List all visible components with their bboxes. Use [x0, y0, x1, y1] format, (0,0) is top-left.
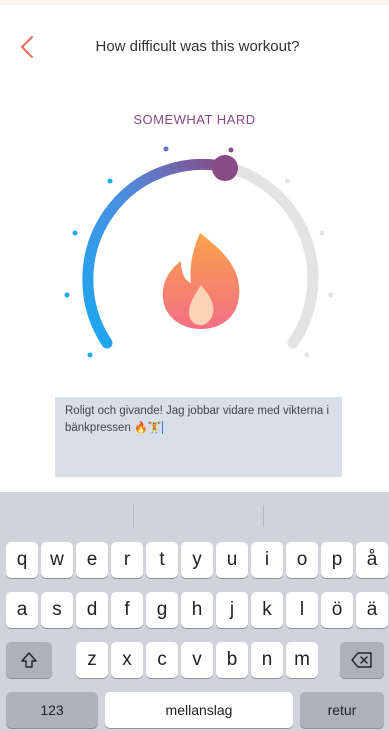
workout-note-field[interactable]: Roligt och givande! Jag jobbar vidare me… [55, 397, 342, 477]
key-b[interactable]: b [216, 642, 248, 678]
key-s[interactable]: s [41, 592, 73, 628]
space-key[interactable]: mellanslag [105, 692, 293, 728]
backspace-key[interactable] [340, 642, 384, 678]
return-key[interactable]: retur [300, 692, 384, 728]
text-cursor [162, 421, 164, 435]
key-i[interactable]: i [251, 542, 283, 578]
key-z[interactable]: z [76, 642, 108, 678]
page-title: How difficult was this workout? [95, 38, 300, 55]
gauge-knob[interactable] [212, 155, 238, 181]
status-bar [0, 0, 389, 5]
keyboard-row-1: q w e r t y u i o p å [0, 542, 389, 578]
note-text: Roligt och givande! Jag jobbar vidare me… [65, 405, 330, 434]
gauge-track [221, 161, 319, 349]
key-l[interactable]: l [286, 592, 318, 628]
keyboard-row-4: 123 mellanslag retur [0, 692, 389, 728]
keyboard-row-2: a s d f g h j k l ö ä [0, 592, 389, 628]
suggestion-divider [263, 505, 264, 527]
key-d[interactable]: d [76, 592, 108, 628]
key-x[interactable]: x [111, 642, 143, 678]
key-aring[interactable]: å [356, 542, 388, 578]
key-w[interactable]: w [41, 542, 73, 578]
key-y[interactable]: y [181, 542, 213, 578]
suggestion-divider [133, 505, 134, 527]
note-emojis: 🔥🏋 [134, 422, 162, 434]
suggestion-bar [0, 492, 389, 534]
key-q[interactable]: q [6, 542, 38, 578]
key-auml[interactable]: ä [356, 592, 388, 628]
key-p[interactable]: p [321, 542, 353, 578]
key-h[interactable]: h [181, 592, 213, 628]
backspace-icon [351, 652, 372, 668]
flame-icon [162, 233, 240, 329]
key-a[interactable]: a [6, 592, 38, 628]
shift-icon [21, 652, 37, 668]
key-k[interactable]: k [251, 592, 283, 628]
key-o[interactable]: o [286, 542, 318, 578]
chevron-left-icon [21, 36, 33, 58]
numbers-key[interactable]: 123 [6, 692, 98, 728]
key-v[interactable]: v [181, 642, 213, 678]
key-t[interactable]: t [146, 542, 178, 578]
key-m[interactable]: m [286, 642, 318, 678]
key-u[interactable]: u [216, 542, 248, 578]
key-ouml[interactable]: ö [321, 592, 353, 628]
key-n[interactable]: n [251, 642, 283, 678]
shift-key[interactable] [6, 642, 52, 678]
key-f[interactable]: f [111, 592, 143, 628]
difficulty-label: SOMEWHAT HARD [133, 112, 256, 127]
key-j[interactable]: j [216, 592, 248, 628]
key-r[interactable]: r [111, 542, 143, 578]
back-button[interactable] [14, 34, 40, 60]
key-c[interactable]: c [146, 642, 178, 678]
key-e[interactable]: e [76, 542, 108, 578]
keyboard-row-3: z x c v b n m [0, 642, 389, 678]
difficulty-gauge[interactable] [55, 135, 345, 375]
keyboard: q w e r t y u i o p å a s d f g h j k l … [0, 492, 389, 731]
key-g[interactable]: g [146, 592, 178, 628]
